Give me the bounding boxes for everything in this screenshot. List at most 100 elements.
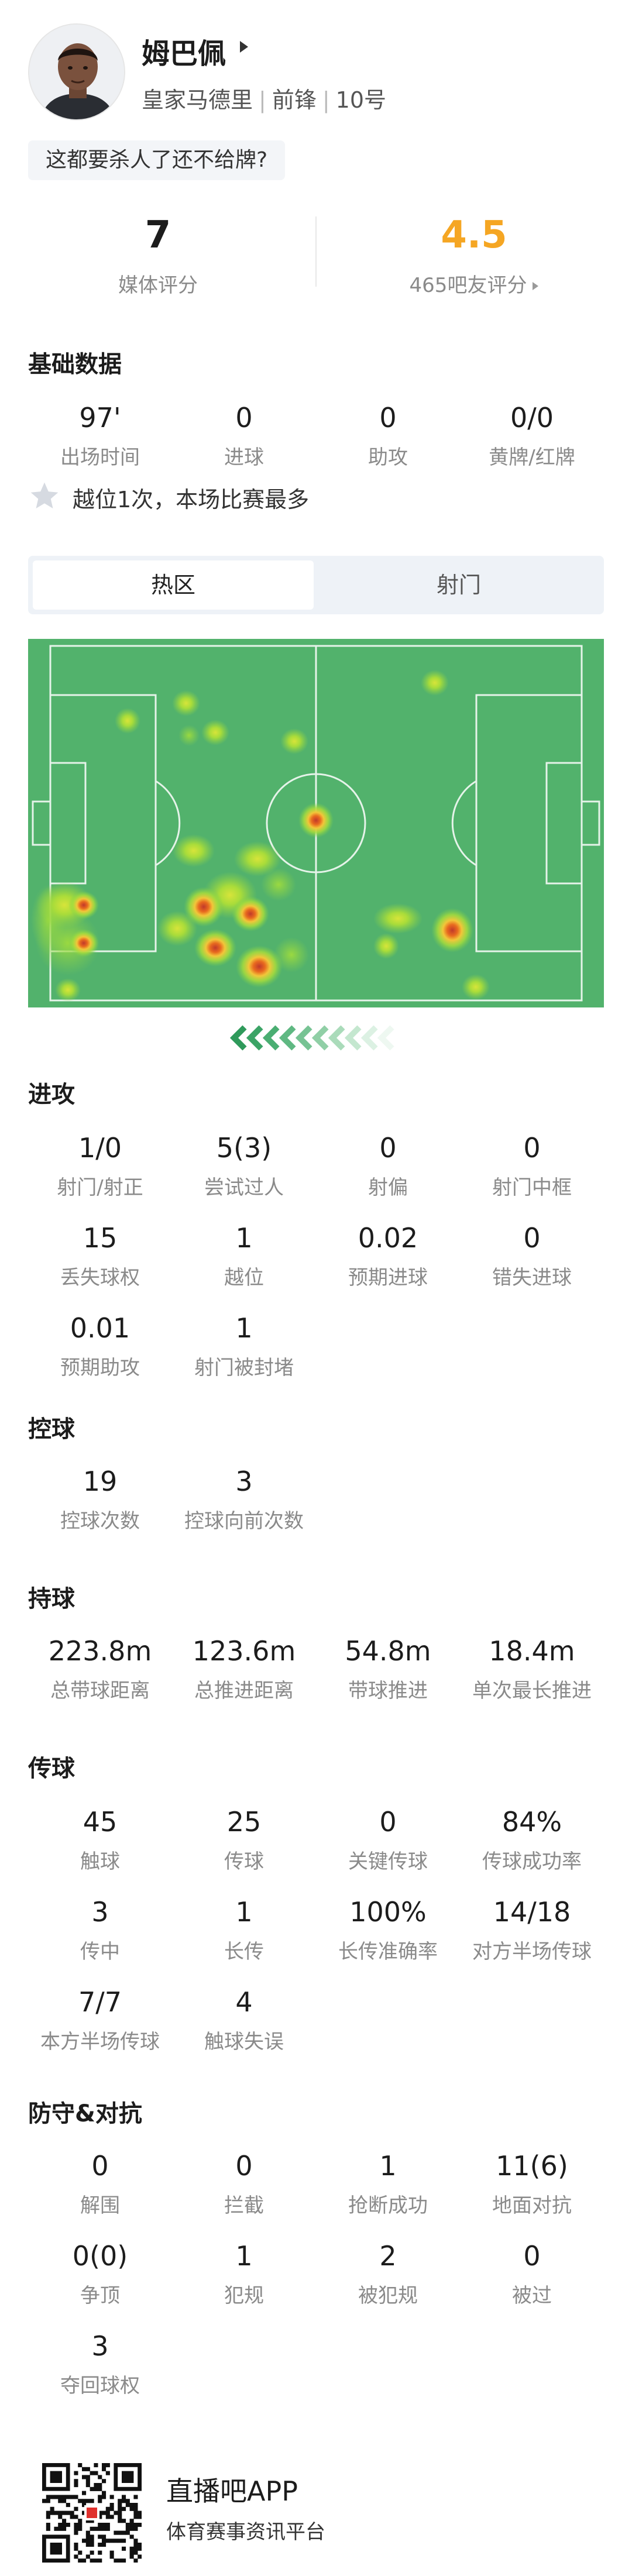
stat-label: 射门/射正 [57,1176,143,1199]
stat-label: 拦截 [224,2194,264,2217]
stat-value: 5(3) [216,1132,272,1164]
stat-cell: 123.6m 总推进距离 [172,1631,316,1721]
media-score-label: 媒体评分 [118,274,198,297]
stat-cell: 0(0) 争顶 [28,2236,172,2326]
stat-label: 射偏 [368,1176,408,1199]
stat-label: 关键传球 [348,1850,428,1873]
stat-cell: 1/0 射门/射正 [28,1128,172,1218]
stat-value: 0 [379,1806,397,1838]
stat-value: 1 [235,1222,253,1254]
stat-value: 0 [235,2150,253,2182]
stat-label: 黄牌/红牌 [489,446,575,469]
stat-label: 射门中框 [492,1176,572,1199]
fan-rating[interactable]: 4.5 465吧友评分 [316,212,632,298]
fan-score-label: 465吧友评分 [409,274,527,297]
stat-label: 控球次数 [60,1509,140,1533]
stat-label: 传球 [224,1850,264,1873]
basic-stats-grid: 97' 出场时间 0 进球 0 助攻 0/0 黄牌/红牌 [28,398,604,488]
separator: | [322,87,330,113]
stat-value: 7/7 [78,1986,122,2018]
stat-value: 84% [502,1806,562,1838]
stat-value: 2 [379,2240,397,2272]
view-tabs: 热区 射门 [28,556,604,614]
stat-label: 总带球距离 [50,1679,150,1703]
stat-value: 0.01 [70,1312,130,1344]
stat-cell: 19 控球次数 [28,1461,172,1552]
highlight-text: 越位1次，本场比赛最多 [73,486,310,513]
chevron-right-icon[interactable] [240,41,248,53]
media-rating: 7 媒体评分 [0,212,316,298]
player-position: 前锋 [272,87,317,113]
stat-cell: 223.8m 总带球距离 [28,1631,172,1721]
media-score: 7 [145,214,171,257]
stat-label: 丢失球权 [60,1266,140,1289]
stat-value: 0 [523,1222,541,1254]
stat-value: 19 [83,1466,118,1497]
stat-cell: 0 助攻 [316,398,460,488]
stat-label: 射门被封堵 [194,1356,294,1380]
stat-cell: 0 拦截 [172,2146,316,2236]
stat-label: 抢断成功 [348,2194,428,2217]
carry-stats-grid: 223.8m 总带球距离 123.6m 总推进距离 54.8m 带球推进 18.4m 单次最长… [28,1631,604,1721]
stat-value: 0(0) [72,2240,128,2272]
control-stats-grid: 19 控球次数 3 控球向前次数 [28,1461,604,1552]
stat-cell: 100% 长传准确率 [316,1892,460,1982]
stat-cell: 1 抢断成功 [316,2146,460,2236]
stat-value: 11(6) [496,2150,568,2182]
stat-value: 0 [379,402,397,434]
stat-value: 123.6m [192,1635,296,1667]
stat-label: 犯规 [224,2284,264,2307]
section-title-carry: 持球 [28,1586,75,1612]
stat-label: 带球推进 [348,1679,428,1703]
tab-shots[interactable]: 射门 [318,560,599,610]
stat-cell: 3 夺回球权 [28,2326,172,2416]
stat-cell: 1 越位 [172,1218,316,1308]
stat-cell: 97' 出场时间 [28,398,172,488]
stat-cell: 11(6) 地面对抗 [460,2146,604,2236]
stat-value: 54.8m [345,1635,431,1667]
stat-value: 3 [91,2330,109,2362]
stat-cell: 84% 传球成功率 [460,1802,604,1892]
stat-cell: 54.8m 带球推进 [316,1631,460,1721]
fan-score-row[interactable]: 465吧友评分 [316,269,632,298]
section-title-basic: 基础数据 [28,351,122,378]
stat-cell: 15 丢失球权 [28,1218,172,1308]
stat-cell: 3 传中 [28,1892,172,1982]
stat-cell: 0 错失进球 [460,1218,604,1308]
section-title-passing: 传球 [28,1755,75,1782]
stat-label: 预期助攻 [60,1356,140,1380]
attack-direction-icon [227,1025,405,1053]
stat-value: 0.02 [358,1222,418,1254]
stat-cell: 0.01 预期助攻 [28,1308,172,1398]
qr-code [42,2463,142,2563]
stat-label: 助攻 [368,446,408,469]
stat-value: 3 [235,1466,253,1497]
stat-label: 争顶 [80,2284,120,2307]
stat-cell: 0 被过 [460,2236,604,2326]
stat-label: 传球成功率 [482,1850,582,1873]
stat-cell: 5(3) 尝试过人 [172,1128,316,1218]
player-team-info: 皇家马德里 | 前锋 | 10号 [142,82,386,114]
stat-cell: 0.02 预期进球 [316,1218,460,1308]
stat-cell: 3 控球向前次数 [172,1461,316,1552]
section-title-control: 控球 [28,1416,75,1443]
stat-value: 1/0 [78,1132,122,1164]
stat-value: 0 [235,402,253,434]
team-name: 皇家马德里 [142,87,253,113]
player-name[interactable]: 姆巴佩 [142,30,226,71]
stat-value: 25 [226,1806,262,1838]
heatmap-pitch [28,639,604,1007]
stat-cell: 14/18 对方半场传球 [460,1892,604,1982]
tab-heatmap[interactable]: 热区 [33,560,314,610]
comment-tag[interactable]: 这都要杀人了还不给牌? [28,140,286,180]
stat-label: 地面对抗 [492,2194,572,2217]
highlight-row: 越位1次，本场比赛最多 [28,480,309,515]
app-tagline: 体育赛事资讯平台 [166,2520,325,2544]
stat-cell: 2 被犯规 [316,2236,460,2326]
stat-value: 0 [523,1132,541,1164]
stat-value: 0 [91,2150,109,2182]
stat-label: 出场时间 [60,446,140,469]
player-number: 10号 [335,87,387,113]
star-icon [28,480,61,515]
stat-value: 3 [91,1896,109,1928]
